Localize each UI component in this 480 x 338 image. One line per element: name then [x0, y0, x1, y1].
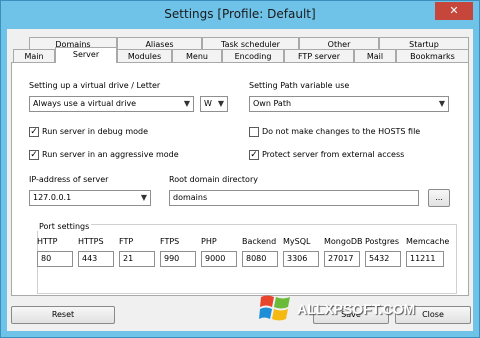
- port-label-https: HTTPS: [78, 237, 104, 246]
- drive-letter-select[interactable]: W ▼: [200, 96, 228, 112]
- port-label-postgres: Postgres: [365, 237, 400, 246]
- port-input-memcache[interactable]: 11211: [406, 251, 444, 267]
- tab-main[interactable]: Main: [13, 49, 55, 63]
- protect-label: Protect server from external access: [262, 150, 405, 159]
- aggressive-checkbox[interactable]: ✓: [29, 150, 39, 160]
- tab-bookmarks[interactable]: Bookmarks: [396, 49, 469, 63]
- tab-ftp-server[interactable]: FTP server: [284, 49, 354, 63]
- tab-encoding[interactable]: Encoding: [222, 49, 284, 63]
- chevron-down-icon: ▼: [183, 99, 190, 108]
- drive-letter-value: W: [204, 99, 212, 108]
- watermark-text: ALLXPSOFT.COM: [297, 301, 416, 317]
- port-input-postgres[interactable]: 5432: [365, 251, 401, 267]
- path-select[interactable]: Own Path ▼: [249, 96, 449, 112]
- tab-menu[interactable]: Menu: [172, 49, 222, 63]
- vdrive-value: Always use a virtual drive: [33, 99, 137, 108]
- windows-logo-icon: [259, 295, 290, 321]
- protect-checkbox[interactable]: ✓: [249, 150, 259, 160]
- tab-mail[interactable]: Mail: [354, 49, 396, 63]
- ip-select[interactable]: 127.0.0.1 ▼: [29, 190, 151, 206]
- port-input-ftps[interactable]: 990: [160, 251, 196, 267]
- browse-button[interactable]: ...: [428, 189, 450, 207]
- path-label: Setting Path variable use: [249, 81, 350, 90]
- debug-checkbox[interactable]: ✓: [29, 127, 39, 137]
- port-label-backend: Backend: [242, 237, 277, 246]
- vdrive-label: Setting up a virtual drive / Letter: [29, 81, 161, 90]
- port-input-php[interactable]: 9000: [201, 251, 237, 267]
- root-label: Root domain directory: [169, 175, 258, 184]
- hosts-checkbox[interactable]: [249, 127, 259, 137]
- hosts-label: Do not make changes to the HOSTS file: [262, 127, 421, 136]
- root-input[interactable]: domains: [169, 190, 419, 206]
- vdrive-select[interactable]: Always use a virtual drive ▼: [29, 96, 194, 112]
- tab-server[interactable]: Server: [55, 47, 117, 63]
- port-label-memcache: Memcache: [406, 237, 450, 246]
- port-label-php: PHP: [201, 237, 217, 246]
- port-label-mysql: MySQL: [283, 237, 311, 246]
- aggressive-label: Run server in an aggressive mode: [42, 150, 179, 159]
- port-settings-title: Port settings: [37, 222, 92, 231]
- port-input-http[interactable]: 80: [37, 251, 73, 267]
- window-title: Settings [Profile: Default]: [164, 7, 316, 21]
- ip-value: 127.0.0.1: [33, 193, 72, 202]
- port-label-ftp: FTP: [119, 237, 134, 246]
- port-input-backend[interactable]: 8080: [242, 251, 278, 267]
- port-input-https[interactable]: 443: [78, 251, 114, 267]
- port-input-mongodb[interactable]: 27017: [324, 251, 360, 267]
- watermark: ALLXPSOFT.COM: [257, 289, 477, 329]
- port-label-http: HTTP: [37, 237, 58, 246]
- close-icon[interactable]: ✕: [435, 2, 473, 20]
- tab-modules[interactable]: Modules: [117, 49, 172, 63]
- port-input-ftp[interactable]: 21: [119, 251, 155, 267]
- chevron-down-icon: ▼: [438, 99, 445, 108]
- path-value: Own Path: [253, 99, 292, 108]
- title-bar[interactable]: Settings [Profile: Default] ✕: [1, 1, 479, 27]
- chevron-down-icon: ▼: [140, 193, 147, 202]
- port-input-mysql[interactable]: 3306: [283, 251, 319, 267]
- port-label-ftps: FTPS: [160, 237, 180, 246]
- settings-window: Settings [Profile: Default] ✕ Domains Al…: [0, 0, 480, 338]
- chevron-down-icon: ▼: [217, 99, 224, 108]
- dialog-body: Domains Aliases Task scheduler Other Sta…: [7, 29, 473, 331]
- reset-button[interactable]: Reset: [11, 306, 115, 324]
- ip-label: IP-address of server: [29, 175, 109, 184]
- debug-label: Run server in debug mode: [42, 127, 149, 136]
- port-label-mongodb: MongoDB: [324, 237, 363, 246]
